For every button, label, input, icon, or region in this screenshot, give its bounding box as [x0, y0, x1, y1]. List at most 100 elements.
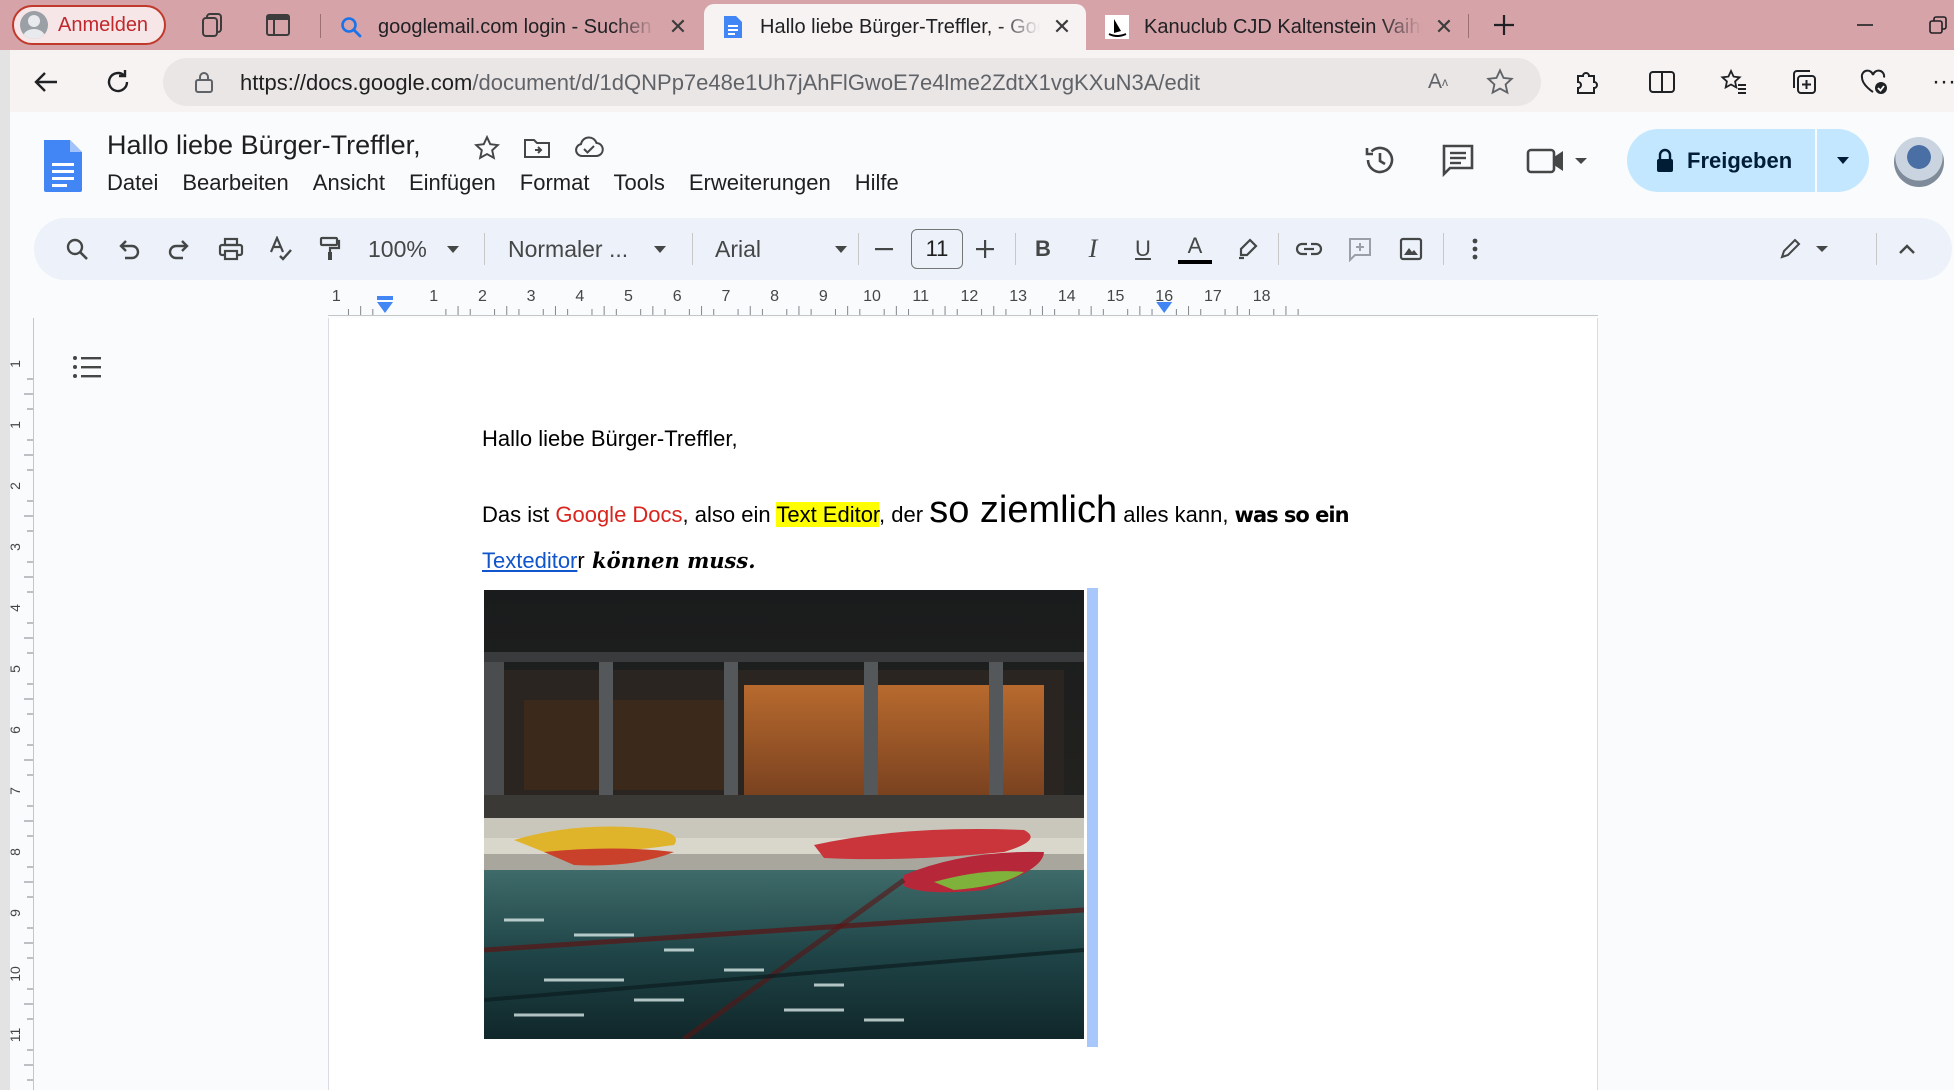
increase-font-size-icon[interactable]: [966, 230, 1004, 268]
text-color-button[interactable]: A: [1176, 230, 1214, 268]
text-color-bar: [1178, 259, 1212, 264]
zoom-value: 100%: [368, 235, 427, 262]
spellcheck-icon[interactable]: [262, 230, 300, 268]
lock-icon[interactable]: [186, 64, 222, 100]
vertical-ruler-scale: 11234567891011: [10, 360, 33, 1081]
italic-button[interactable]: I: [1074, 230, 1112, 268]
cloud-saved-icon[interactable]: [574, 133, 604, 163]
doc-paragraph-intro[interactable]: Das ist Google Docs, also ein Text Edito…: [482, 488, 1350, 537]
lock-icon: [1655, 148, 1675, 174]
url-text[interactable]: https://docs.google.com/document/d/1dQNP…: [240, 70, 1200, 96]
vertical-ruler[interactable]: 11234567891011: [10, 318, 34, 1090]
tab-search[interactable]: googlemail.com login - Suchen ✕: [322, 4, 702, 50]
profile-button[interactable]: Anmelden: [12, 5, 167, 45]
share-dropdown-icon[interactable]: [1817, 157, 1869, 164]
new-tab-icon[interactable]: [1488, 9, 1520, 41]
menu-hilfe[interactable]: Hilfe: [843, 170, 911, 200]
ruler-label: 8: [770, 288, 779, 305]
collapse-menus-icon[interactable]: [1888, 230, 1926, 268]
share-main[interactable]: Freigeben: [1627, 129, 1817, 192]
first-line-indent-marker[interactable]: [377, 296, 393, 300]
image-selection-handle[interactable]: [1087, 588, 1098, 1047]
decrease-font-size-icon[interactable]: [865, 230, 903, 268]
menu-datei[interactable]: Datei: [95, 170, 170, 200]
menu-ansicht[interactable]: Ansicht: [301, 170, 397, 200]
document-outline-icon[interactable]: [72, 355, 102, 379]
collections-icon[interactable]: [1786, 64, 1822, 100]
more-tools-icon[interactable]: [1456, 230, 1494, 268]
ruler-label: 12: [961, 288, 979, 305]
bold-button[interactable]: B: [1024, 230, 1062, 268]
ruler-label: 15: [1107, 288, 1125, 305]
horizontal-ruler[interactable]: 21123456789101112131415161718: [328, 282, 1598, 316]
workspaces-icon[interactable]: [196, 9, 228, 41]
tab-kanuclub[interactable]: Kanuclub CJD Kaltenstein Vaihingen ✕: [1088, 4, 1468, 50]
split-screen-icon[interactable]: [1644, 64, 1680, 100]
ruler-label: 17: [1204, 288, 1222, 305]
ruler-label: 1: [332, 288, 341, 305]
favorite-star-icon[interactable]: [1482, 64, 1518, 100]
vertical-ruler-label: 8: [10, 848, 23, 856]
more-options-icon[interactable]: ···: [1926, 64, 1954, 100]
font-size-input[interactable]: 11: [911, 229, 963, 269]
document-title[interactable]: Hallo liebe Bürger-Treffler,: [107, 130, 421, 161]
version-history-icon[interactable]: [1360, 140, 1400, 180]
doc-paragraph-second-line[interactable]: Texteditorr können muss.: [482, 548, 756, 574]
extensions-icon[interactable]: [1568, 64, 1604, 100]
zoom-select[interactable]: 100%: [368, 232, 459, 266]
close-tab-icon[interactable]: ✕: [664, 13, 692, 41]
insert-image-icon[interactable]: [1392, 230, 1430, 268]
menu-einfuegen[interactable]: Einfügen: [397, 170, 508, 200]
account-avatar[interactable]: [1894, 137, 1944, 187]
ruler-label: 10: [863, 288, 881, 305]
editing-mode-icon[interactable]: [1776, 230, 1836, 268]
inserted-image-kayaks-pool[interactable]: [484, 590, 1084, 1039]
paint-format-icon[interactable]: [311, 230, 349, 268]
menu-erweiterungen[interactable]: Erweiterungen: [677, 170, 843, 200]
star-icon[interactable]: [472, 133, 502, 163]
menu-bearbeiten[interactable]: Bearbeiten: [170, 170, 300, 200]
comments-icon[interactable]: [1438, 140, 1478, 180]
font-family-select[interactable]: Arial: [715, 232, 848, 266]
reload-icon[interactable]: [100, 64, 136, 100]
left-indent-marker[interactable]: [377, 302, 393, 313]
search-menu-icon[interactable]: [58, 230, 96, 268]
tab-google-docs[interactable]: Hallo liebe Bürger-Treffler, - Google Do…: [704, 4, 1086, 50]
undo-icon[interactable]: [110, 230, 148, 268]
vertical-tabs-icon[interactable]: [262, 9, 294, 41]
docs-logo-icon[interactable]: [42, 138, 84, 194]
insert-link-icon[interactable]: [1290, 230, 1328, 268]
right-indent-marker[interactable]: [1156, 302, 1173, 313]
vertical-ruler-label: 1: [10, 360, 23, 368]
share-label: Freigeben: [1687, 147, 1793, 173]
vertical-ruler-label: 11: [10, 1028, 23, 1043]
favorites-icon[interactable]: [1716, 64, 1752, 100]
underline-button[interactable]: U: [1124, 230, 1162, 268]
paragraph-style-select[interactable]: Normaler ...: [508, 232, 667, 266]
toolbar-separator: [1015, 233, 1016, 265]
minimize-icon[interactable]: [1849, 9, 1881, 41]
restore-icon[interactable]: [1922, 9, 1954, 41]
text-color-glyph: A: [1187, 232, 1203, 258]
kanu-icon: [1104, 14, 1130, 40]
browser-essentials-icon[interactable]: [1856, 64, 1892, 100]
hyperlink-texteditor[interactable]: Texteditor: [482, 548, 577, 573]
close-tab-icon[interactable]: ✕: [1430, 13, 1458, 41]
vertical-ruler-label: 1: [10, 421, 23, 429]
share-button[interactable]: Freigeben: [1627, 129, 1869, 192]
close-tab-icon[interactable]: ✕: [1048, 13, 1076, 41]
ruler-label: 6: [673, 288, 682, 305]
text-run: , also ein: [682, 502, 777, 527]
meet-icon[interactable]: [1522, 140, 1592, 180]
add-comment-icon[interactable]: [1341, 230, 1379, 268]
highlight-icon[interactable]: [1228, 230, 1266, 268]
doc-line-greeting[interactable]: Hallo liebe Bürger-Treffler,: [482, 426, 738, 452]
read-aloud-icon[interactable]: Aʌ: [1420, 64, 1456, 100]
menu-format[interactable]: Format: [508, 170, 602, 200]
back-icon[interactable]: [28, 64, 64, 100]
redo-icon[interactable]: [160, 230, 198, 268]
print-icon[interactable]: [212, 230, 250, 268]
move-folder-icon[interactable]: [522, 133, 552, 163]
paragraph-style-value: Normaler ...: [508, 235, 629, 262]
menu-tools[interactable]: Tools: [601, 170, 676, 200]
